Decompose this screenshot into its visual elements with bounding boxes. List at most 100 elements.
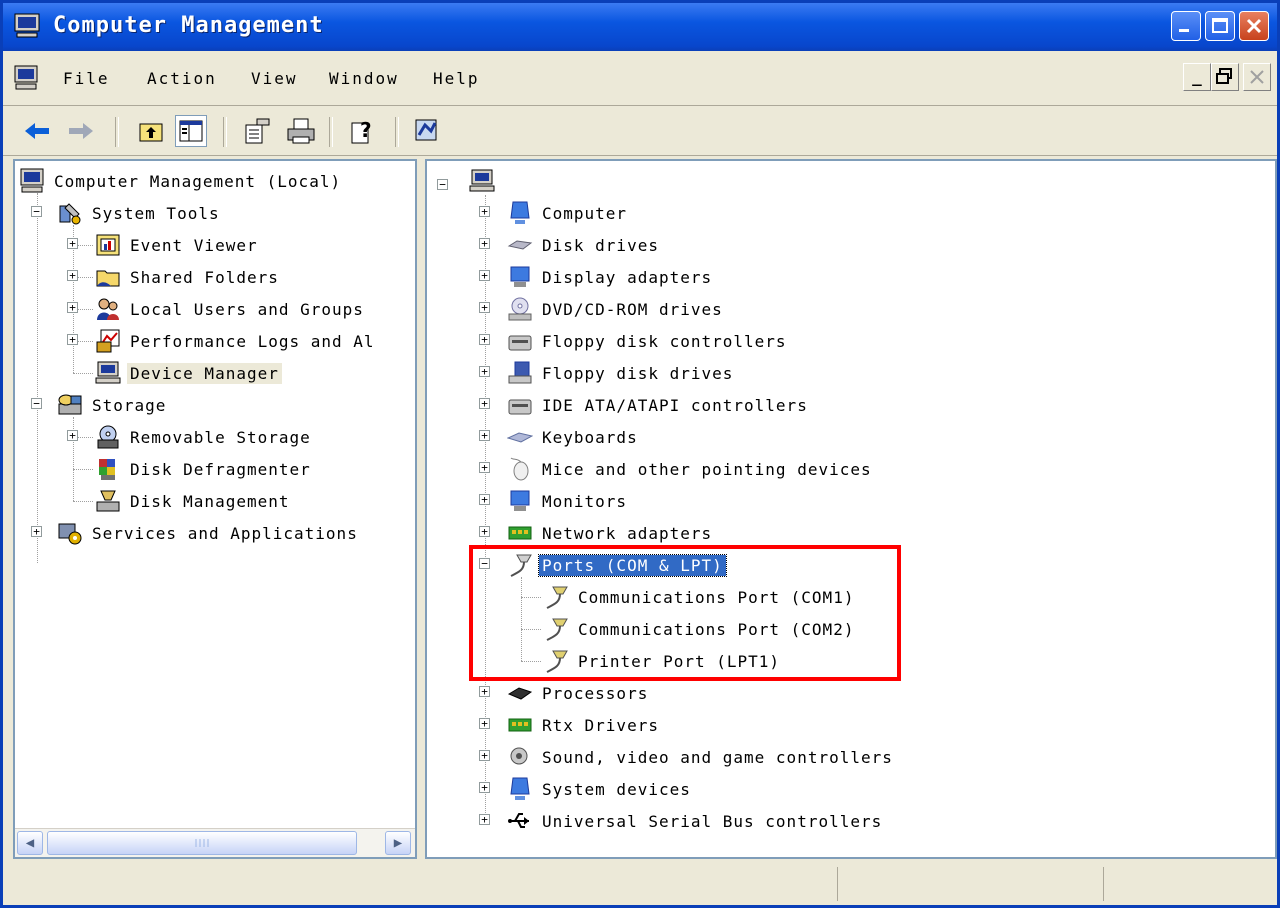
device-category-dvd-cd-rom-drives[interactable]: DVD/CD-ROM drives [507, 295, 726, 323]
collapse-toggle[interactable]: − [31, 206, 42, 217]
menu-help[interactable]: Help [433, 69, 480, 88]
device-category-floppy-disk-controllers[interactable]: Floppy disk controllers [507, 327, 790, 355]
device-category-rtx-drivers[interactable]: Rtx Drivers [507, 711, 662, 739]
device-category-monitors[interactable]: Monitors [507, 487, 630, 515]
device-category-mice-and-other-pointing-devices[interactable]: Mice and other pointing devices [507, 455, 875, 483]
collapse-toggle[interactable]: − [437, 179, 448, 190]
expand-toggle[interactable]: + [67, 270, 78, 281]
maximize-button[interactable] [1205, 11, 1235, 41]
rtx-driver-icon [508, 718, 532, 732]
tree-node-performance-logs-and-alerts[interactable]: Performance Logs and Al [95, 327, 378, 355]
expand-toggle[interactable]: + [479, 750, 490, 761]
tree-node-computer-management-local[interactable]: Computer Management (Local) [19, 167, 344, 195]
expand-toggle[interactable]: + [479, 238, 490, 249]
tree-node-disk-defragmenter[interactable]: Disk Defragmenter [95, 455, 314, 483]
menu-view[interactable]: View [251, 69, 298, 88]
expand-toggle[interactable]: + [479, 782, 490, 793]
tree-node-disk-management[interactable]: Disk Management [95, 487, 293, 515]
computer-management-icon [14, 13, 40, 38]
close-button[interactable] [1239, 11, 1269, 41]
forward-button[interactable] [65, 115, 97, 147]
device-category-keyboards[interactable]: Keyboards [507, 423, 641, 451]
tree-node-removable-storage[interactable]: Removable Storage [95, 423, 314, 451]
device-category-label: Processors [542, 683, 649, 703]
device-category-universal-serial-bus-controllers[interactable]: Universal Serial Bus controllers [507, 807, 885, 835]
close-icon [1250, 70, 1264, 84]
expand-toggle[interactable]: + [67, 238, 78, 249]
tree-node-label: Computer Management (Local) [54, 171, 342, 191]
collapse-toggle[interactable]: − [31, 398, 42, 409]
monitor-icon [510, 490, 530, 511]
device-category-display-adapters[interactable]: Display adapters [507, 263, 715, 291]
cd-rom-icon [508, 297, 532, 321]
computer-management-button[interactable] [411, 115, 443, 147]
device-category-ide-ata-atapi-controllers[interactable]: IDE ATA/ATAPI controllers [507, 391, 811, 419]
document-close-button[interactable] [1243, 63, 1271, 91]
tree-node-storage[interactable]: Storage [57, 391, 169, 419]
properties-button[interactable] [241, 115, 273, 147]
device-category-label: System devices [542, 779, 691, 799]
expand-toggle[interactable]: + [479, 334, 490, 345]
print-icon [287, 118, 315, 144]
toolbar-separator [115, 117, 119, 147]
expand-toggle[interactable]: + [67, 302, 78, 313]
console-tree-pane[interactable]: Computer Management (Local) − System Too… [13, 159, 417, 859]
tree-node-device-manager[interactable]: Device Manager [95, 359, 282, 387]
device-category-computer[interactable]: Computer [507, 199, 630, 227]
device-category-floppy-disk-drives[interactable]: Floppy disk drives [507, 359, 736, 387]
expand-toggle[interactable]: + [479, 206, 490, 217]
expand-toggle[interactable]: + [479, 302, 490, 313]
device-category-sound-video-and-game-controllers[interactable]: Sound, video and game controllers [507, 743, 896, 771]
expand-toggle[interactable]: + [479, 718, 490, 729]
tree-node-label: Device Manager [127, 362, 282, 384]
device-category-disk-drives[interactable]: Disk drives [507, 231, 662, 259]
expand-toggle[interactable]: + [479, 430, 490, 441]
expand-toggle[interactable]: + [479, 494, 490, 505]
tree-node-services-and-applications[interactable]: Services and Applications [57, 519, 361, 547]
document-system-menu-icon[interactable] [13, 65, 39, 91]
expand-toggle[interactable]: + [479, 814, 490, 825]
tree-node-system-tools[interactable]: System Tools [57, 199, 223, 227]
tree-node-local-users-and-groups[interactable]: Local Users and Groups [95, 295, 367, 323]
tree-node-computer-root[interactable] [469, 167, 501, 195]
expand-toggle[interactable]: + [479, 462, 490, 473]
device-category-system-devices[interactable]: System devices [507, 775, 694, 803]
minimize-button[interactable] [1171, 11, 1201, 41]
expand-toggle[interactable]: + [67, 430, 78, 441]
scroll-right-button[interactable]: ▶ [385, 831, 411, 855]
up-one-level-button[interactable] [135, 115, 167, 147]
maximize-icon [1212, 18, 1228, 33]
status-panel-divider [837, 867, 838, 901]
back-button[interactable] [21, 115, 53, 147]
device-category-label: DVD/CD-ROM drives [542, 299, 723, 319]
device-category-network-adapters[interactable]: Network adapters [507, 519, 715, 547]
expand-toggle[interactable]: + [479, 526, 490, 537]
expand-toggle[interactable]: + [67, 334, 78, 345]
scroll-left-button[interactable]: ◀ [17, 831, 43, 855]
svg-text:?: ? [360, 118, 372, 142]
performance-logs-icon [96, 329, 120, 353]
menu-action[interactable]: Action [147, 69, 217, 88]
expand-toggle[interactable]: + [31, 526, 42, 537]
horizontal-scrollbar[interactable]: ◀ ▶ [15, 828, 415, 857]
device-tree-pane[interactable]: − + Computer + Disk drives + Display ada… [425, 159, 1277, 859]
ide-controller-icon [508, 399, 532, 415]
tree-node-shared-folders[interactable]: Shared Folders [95, 263, 282, 291]
expand-toggle[interactable]: + [479, 270, 490, 281]
device-category-label: Disk drives [542, 235, 659, 255]
menu-window[interactable]: Window [329, 69, 399, 88]
print-button[interactable] [285, 115, 317, 147]
scrollbar-thumb[interactable] [47, 831, 357, 855]
menu-file[interactable]: File [63, 69, 110, 88]
document-restore-button[interactable] [1211, 63, 1239, 91]
document-minimize-button[interactable]: _ [1183, 63, 1211, 91]
expand-toggle[interactable]: + [479, 366, 490, 377]
expand-toggle[interactable]: + [479, 398, 490, 409]
tree-node-event-viewer[interactable]: Event Viewer [95, 231, 261, 259]
help-button[interactable]: ? [347, 115, 379, 147]
expand-toggle[interactable]: + [479, 686, 490, 697]
show-hide-console-tree-button[interactable] [175, 115, 207, 147]
title-bar[interactable]: Computer Management [3, 3, 1277, 51]
processor-icon [507, 687, 533, 700]
device-category-processors[interactable]: Processors [507, 679, 651, 707]
